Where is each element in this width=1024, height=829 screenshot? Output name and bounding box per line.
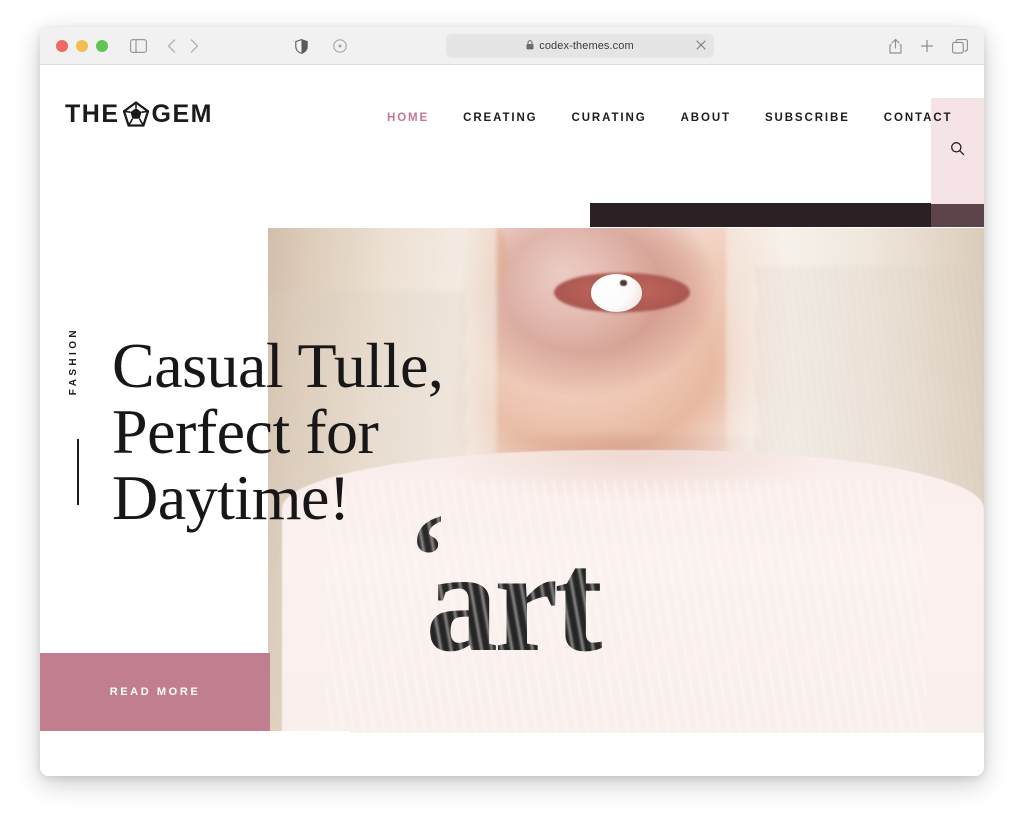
hero-category-rule xyxy=(77,439,79,505)
minimize-window-button[interactable] xyxy=(76,39,88,52)
nav-item-contact[interactable]: CONTACT xyxy=(867,112,970,124)
toolbar-right-icons xyxy=(889,27,968,65)
share-icon[interactable] xyxy=(889,38,902,54)
main-navigation: HOME CREATING CURATING ABOUT SUBSCRIBE C… xyxy=(370,65,969,171)
gem-pentagon-icon xyxy=(121,99,151,129)
close-icon[interactable] xyxy=(696,40,706,52)
photo-bubble-gum xyxy=(590,274,642,312)
site-header: THE GEM HOME CREATING CURATING ABOUT SUB… xyxy=(40,65,984,171)
hero-category: FASHION xyxy=(68,327,92,527)
read-more-button[interactable]: READ MORE xyxy=(40,653,270,731)
page-viewport: ‘ art THE GEM HOME CREATING CURATING ABO… xyxy=(40,65,984,776)
address-bar[interactable]: codex-themes.com xyxy=(446,34,714,58)
back-arrow-icon[interactable] xyxy=(167,38,176,53)
tab-overview-icon[interactable] xyxy=(952,38,968,54)
logo-word-gem: GEM xyxy=(151,99,213,128)
toolbar-left-icons xyxy=(295,27,347,65)
close-window-button[interactable] xyxy=(56,39,68,52)
hero-category-label: FASHION xyxy=(68,327,79,396)
bottom-white-block xyxy=(40,731,350,776)
sidebar-toggle-icon[interactable] xyxy=(130,38,147,53)
nav-item-creating[interactable]: CREATING xyxy=(446,112,554,124)
logo-word-the: THE xyxy=(65,99,120,128)
browser-window: codex-themes.com ‘ art THE GEM HOME CREA… xyxy=(40,27,984,776)
decorative-dark-bar-overlap xyxy=(931,203,984,227)
plus-icon[interactable] xyxy=(920,39,934,53)
nav-item-subscribe[interactable]: SUBSCRIBE xyxy=(748,112,867,124)
site-logo[interactable]: THE GEM xyxy=(65,97,213,131)
forward-arrow-icon[interactable] xyxy=(190,38,199,53)
lock-icon xyxy=(526,37,534,55)
nav-item-curating[interactable]: CURATING xyxy=(555,112,664,124)
maximize-window-button[interactable] xyxy=(96,39,108,52)
reload-icon[interactable] xyxy=(333,39,347,53)
url-text: codex-themes.com xyxy=(539,40,634,52)
browser-titlebar: codex-themes.com xyxy=(40,27,984,65)
hero-headline-line-2: Perfect for xyxy=(112,395,379,467)
tshirt-graphic-text: art xyxy=(425,522,603,683)
decorative-dark-bar xyxy=(590,203,984,227)
nav-item-about[interactable]: ABOUT xyxy=(664,112,748,124)
privacy-shield-icon[interactable] xyxy=(295,38,308,54)
hero-headline-line-1: Casual Tulle, xyxy=(112,330,444,401)
hero-headline-line-3: Daytime! xyxy=(112,461,350,533)
window-controls xyxy=(56,39,108,52)
nav-item-home[interactable]: HOME xyxy=(370,112,446,124)
browser-nav-arrows xyxy=(167,38,199,53)
hero-headline: Casual Tulle, Perfect for Daytime! xyxy=(112,330,444,533)
